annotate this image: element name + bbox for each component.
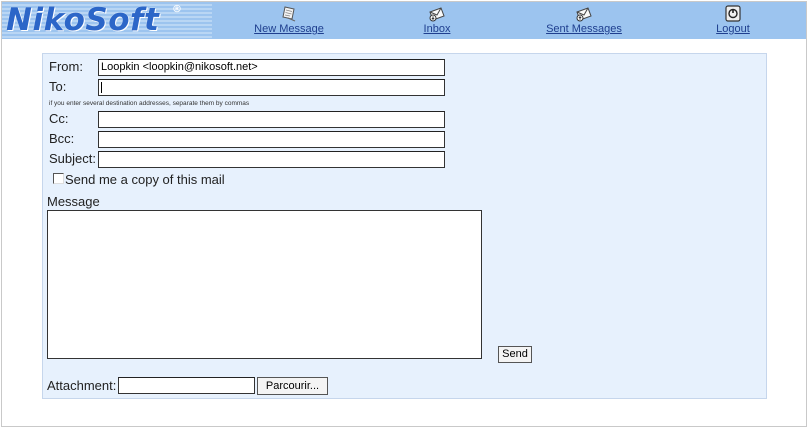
nav-sent-messages-label[interactable]: Sent Messages [546, 23, 622, 35]
nav-inbox[interactable]: Inbox [419, 5, 455, 35]
compose-panel: From: Loopkin <loopkin@nikosoft.net> To:… [42, 53, 767, 399]
mail-window: NikoSoft ® New Message Inbox Sent Messag… [1, 1, 807, 427]
nav-logout[interactable]: Logout [715, 5, 751, 35]
bcc-field[interactable] [98, 131, 445, 148]
send-button[interactable]: Send [498, 346, 532, 363]
browse-button[interactable]: Parcourir... [257, 377, 328, 395]
subject-field[interactable] [98, 151, 445, 168]
attachment-path-field[interactable] [118, 377, 255, 394]
to-label: To: [49, 79, 67, 94]
brand-name: NikoSoft [6, 2, 160, 38]
inbox-icon [429, 7, 445, 22]
logout-icon [725, 5, 741, 22]
cc-field[interactable] [98, 111, 445, 128]
message-label: Message [47, 194, 100, 209]
header-bar: NikoSoft ® New Message Inbox Sent Messag… [2, 2, 806, 39]
subject-label: Subject: [49, 151, 96, 166]
nav-logout-label[interactable]: Logout [715, 23, 751, 35]
nav-sent-messages[interactable]: Sent Messages [546, 5, 622, 35]
from-field[interactable]: Loopkin <loopkin@nikosoft.net> [98, 59, 445, 76]
cc-label: Cc: [49, 111, 69, 126]
nav-new-message-label[interactable]: New Message [254, 23, 324, 35]
to-hint: if you enter several destination address… [49, 100, 250, 107]
copy-checkbox[interactable] [53, 173, 64, 184]
from-value: Loopkin <loopkin@nikosoft.net> [101, 61, 258, 73]
copy-label[interactable]: Send me a copy of this mail [65, 172, 225, 187]
brand-logo: NikoSoft ® [2, 2, 212, 39]
nav-inbox-label[interactable]: Inbox [419, 23, 455, 35]
text-cursor [101, 81, 102, 93]
message-textarea[interactable] [47, 210, 482, 359]
new-message-icon [282, 6, 296, 22]
from-label: From: [49, 59, 83, 74]
attachment-label: Attachment: [47, 378, 117, 393]
bcc-label: Bcc: [49, 131, 75, 146]
to-field[interactable] [98, 79, 445, 96]
registered-mark: ® [172, 4, 182, 15]
sent-messages-icon [576, 7, 592, 22]
nav-new-message[interactable]: New Message [254, 5, 324, 35]
